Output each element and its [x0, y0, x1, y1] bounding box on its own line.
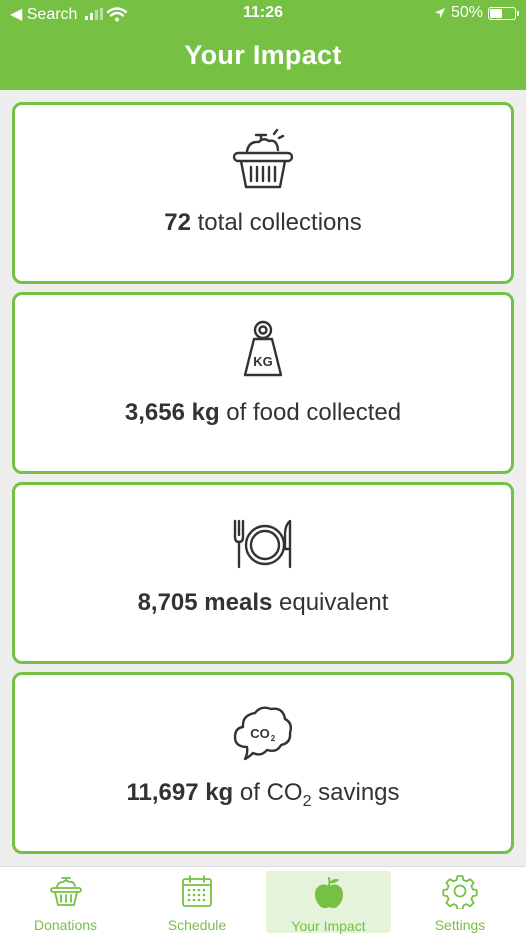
tab-label: Schedule — [167, 917, 227, 933]
stat-label-post: savings — [311, 779, 400, 806]
tab-label: Settings — [434, 917, 486, 933]
battery-percent: 50% — [450, 4, 483, 21]
stat-label-pre: of CO — [233, 779, 303, 806]
stat-card-collections: 72 total collections — [12, 102, 514, 284]
basket-icon — [49, 877, 82, 906]
stat-co2-savings: 11,697 kg of CO2 savings — [15, 779, 511, 811]
stat-total-collections: 72 total collections — [15, 209, 511, 237]
plate-cutlery-icon — [233, 519, 292, 569]
tab-your-impact[interactable]: Your Impact — [266, 871, 391, 934]
tab-schedule[interactable]: Schedule — [131, 867, 263, 936]
stat-meals-equivalent: 8,705 meals equivalent — [15, 589, 511, 617]
stat-card-meals: 8,705 meals equivalent — [12, 482, 514, 664]
co2-icon-subscript: 2 — [271, 734, 276, 743]
co2-icon-text: CO — [250, 726, 270, 741]
header: ◀ Search 11:26 50% Your Impact — [0, 0, 526, 90]
tab-settings[interactable]: Settings — [394, 867, 526, 936]
gear-icon — [442, 875, 478, 909]
tab-donations[interactable]: Donations — [0, 867, 131, 936]
apple-icon — [314, 877, 343, 909]
battery-icon — [488, 6, 519, 20]
weight-icon-text: KG — [253, 354, 273, 369]
weight-icon: KG — [243, 320, 283, 377]
stat-card-food-collected: KG 3,656 kg of food collected — [12, 292, 514, 474]
tab-label: Your Impact — [291, 918, 366, 934]
calendar-icon — [182, 875, 212, 907]
stat-value: 72 — [164, 209, 191, 236]
basket-icon — [232, 128, 294, 189]
stat-label: total collections — [190, 209, 362, 236]
stat-card-co2: CO 2 11,697 kg of CO2 savings — [12, 672, 514, 854]
location-arrow-icon — [434, 8, 445, 18]
stat-value: 3,656 kg — [124, 399, 220, 426]
co2-cloud-icon: CO 2 — [233, 706, 293, 761]
stat-label: equivalent — [272, 589, 389, 616]
stat-food-collected: 3,656 kg of food collected — [15, 399, 511, 427]
tab-bar: Donations Schedule Your Impact Settings — [0, 866, 526, 936]
stat-value: 8,705 meals — [137, 589, 273, 616]
status-right: 50% — [434, 4, 519, 22]
tab-label: Donations — [33, 917, 98, 933]
status-bar: ◀ Search 11:26 50% — [0, 4, 526, 26]
page-title: Your Impact — [184, 40, 342, 70]
stat-value: 11,697 kg — [126, 779, 234, 806]
stat-label: of food collected — [219, 399, 402, 426]
